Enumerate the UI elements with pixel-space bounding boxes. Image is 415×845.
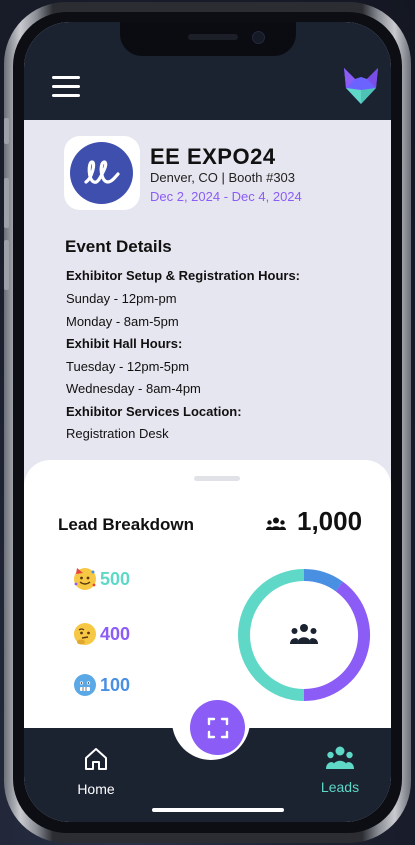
donut-segment-party <box>238 569 305 701</box>
donut-segment-cold <box>303 569 343 592</box>
bottom-navigation: Home Leads <box>24 682 391 822</box>
event-dates: Dec 2, 2024 - Dec 4, 2024 <box>150 189 302 204</box>
front-camera <box>252 31 265 44</box>
total-leads-value: 1,000 <box>297 506 363 536</box>
home-indicator <box>152 808 284 812</box>
nav-leads-label: Leads <box>320 779 360 795</box>
event-name: EE EXPO24 <box>150 144 276 169</box>
users-group-icon <box>290 624 318 644</box>
users-group-icon <box>326 746 354 769</box>
detail-line: Monday - 8am-5pm <box>66 314 179 329</box>
lead-stat-party: 500 <box>74 566 130 592</box>
phone-volume-down <box>4 240 9 290</box>
stat-value: 400 <box>100 623 131 644</box>
scan-button[interactable] <box>190 700 245 755</box>
party-face-emoji <box>74 568 96 590</box>
phone-notch <box>120 22 296 56</box>
sheet-drag-handle[interactable] <box>194 476 240 481</box>
speaker <box>188 34 238 40</box>
detail-line: Exhibitor Services Location: <box>66 404 242 419</box>
detail-line: Wednesday - 8am-4pm <box>66 381 201 396</box>
detail-line: Exhibit Hall Hours: <box>66 336 183 351</box>
event-info-section: EE EXPO24 Denver, CO | Booth #303 Dec 2,… <box>24 120 391 480</box>
scan-icon <box>207 717 228 738</box>
detail-line: Registration Desk <box>66 426 169 441</box>
top-app-bar <box>24 22 391 120</box>
lead-stat-thinking: 400 <box>74 621 130 647</box>
fox-logo-icon[interactable] <box>342 66 380 106</box>
event-details-title: Event Details <box>65 237 172 256</box>
detail-line: Exhibitor Setup & Registration Hours: <box>66 268 301 283</box>
nav-home-label: Home <box>77 781 115 797</box>
detail-line: Tuesday - 12pm-5pm <box>66 359 190 374</box>
ll-script-logo-icon <box>70 142 133 204</box>
nav-leads[interactable]: Leads <box>300 746 380 795</box>
phone-side-button <box>4 118 9 144</box>
stat-value: 100 <box>100 674 131 695</box>
event-location: Denver, CO | Booth #303 <box>150 170 296 185</box>
event-logo <box>64 136 140 210</box>
phone-volume-up <box>4 178 9 228</box>
users-group-icon <box>266 517 286 530</box>
cold-face-emoji <box>74 674 96 696</box>
hamburger-menu-icon[interactable] <box>52 76 80 98</box>
lead-stat-cold: 100 <box>74 672 130 698</box>
detail-line: Sunday - 12pm-pm <box>66 291 177 306</box>
nav-home[interactable]: Home <box>56 746 136 797</box>
lead-breakdown-title: Lead Breakdown <box>58 515 195 534</box>
lead-donut-chart <box>238 569 370 701</box>
phone-screen: EE EXPO24 Denver, CO | Booth #303 Dec 2,… <box>24 22 391 822</box>
thinking-face-emoji <box>74 623 96 645</box>
stat-value: 500 <box>100 568 131 589</box>
home-icon <box>85 748 107 770</box>
